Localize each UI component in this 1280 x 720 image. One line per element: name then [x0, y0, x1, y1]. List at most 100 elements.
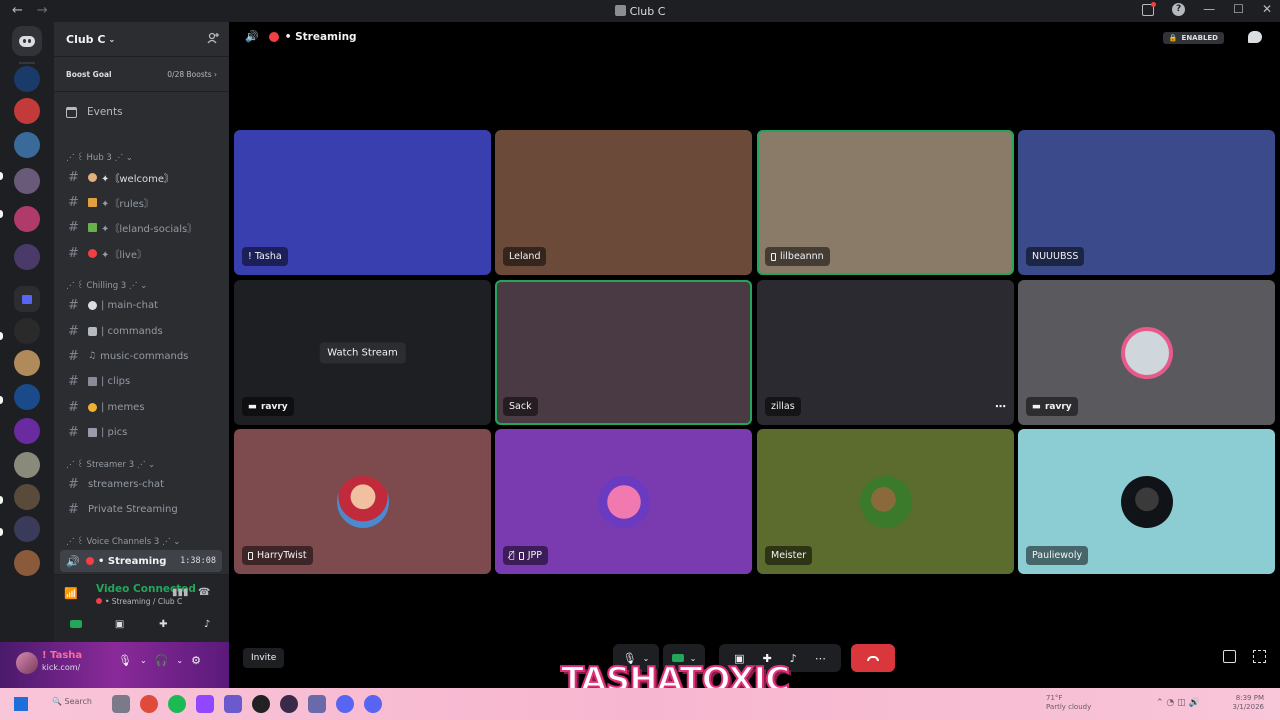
obs-icon[interactable]: [280, 695, 298, 713]
stream-tile[interactable]: Watch Stream ▬ ravry: [234, 280, 491, 425]
channel-music-commands[interactable]: # ♫ music-commands: [60, 345, 222, 367]
disconnect-icon[interactable]: ☎: [198, 587, 212, 599]
category-hub[interactable]: ⋰ ꒰ Hub 3 ⋰ ⌄: [66, 152, 133, 163]
voice-channel-streaming[interactable]: 🔊 • Streaming 1:38:08: [60, 550, 222, 572]
chrome-icon[interactable]: [140, 695, 158, 713]
channel-pics[interactable]: # | pics: [60, 421, 222, 443]
category-streamer[interactable]: ⋰ ꒰ Streamer 3 ⋰ ⌄: [66, 459, 155, 470]
close-button[interactable]: ✕: [1262, 2, 1272, 16]
enabled-badge[interactable]: 🔒 ENABLED: [1162, 32, 1224, 44]
fullscreen-icon[interactable]: [1253, 650, 1266, 663]
participant-tile[interactable]: ! Tasha: [234, 130, 491, 275]
channel-main-chat[interactable]: # | main-chat: [60, 294, 222, 316]
participant-tile[interactable]: NUUUBSS: [1018, 130, 1275, 275]
activities-button[interactable]: ✚: [152, 613, 174, 635]
participant-tile[interactable]: Leland: [495, 130, 752, 275]
file-explorer-icon[interactable]: [112, 695, 130, 713]
home-button[interactable]: [12, 26, 42, 56]
chat-icon[interactable]: [1248, 31, 1262, 43]
participant-tile[interactable]: ▬ ravry: [1018, 280, 1275, 425]
server-icon[interactable]: [14, 384, 40, 410]
chevron-down-icon[interactable]: ⌄: [140, 656, 147, 665]
server-icon[interactable]: [14, 550, 40, 576]
taskbar-clock[interactable]: 8:39 PM 3/1/2026: [1233, 694, 1264, 712]
app-grid-icon[interactable]: [224, 695, 242, 713]
participant-tile[interactable]: Meister: [757, 429, 1014, 574]
channel-leland-socials[interactable]: # ✦〘leland-socials〙: [60, 216, 222, 238]
inbox-icon[interactable]: [1142, 2, 1157, 16]
channel-private-streaming[interactable]: # Private Streaming: [60, 498, 222, 520]
invite-button[interactable]: Invite: [243, 648, 285, 668]
channel-clips[interactable]: # | clips: [60, 370, 222, 392]
channel-commands[interactable]: # | commands: [60, 320, 222, 342]
chevron-down-icon[interactable]: ⌄: [176, 656, 183, 665]
channel-streamers-chat[interactable]: # streamers-chat: [60, 473, 222, 495]
events-label: Events: [87, 106, 123, 118]
camera-button[interactable]: [65, 613, 87, 635]
server-icon[interactable]: [14, 206, 40, 232]
server-icon[interactable]: [14, 452, 40, 478]
video-grid: ! Tasha Leland lilbeannn NUUUBSS Watch S…: [234, 130, 1275, 574]
server-icon[interactable]: [14, 132, 40, 158]
participant-tile[interactable]: zillas ⋯: [757, 280, 1014, 425]
category-chilling[interactable]: ⋰ ꒰ Chilling 3 ⋰ ⌄: [66, 280, 147, 291]
participant-tile[interactable]: Sack: [495, 280, 752, 425]
minimize-button[interactable]: —: [1203, 2, 1215, 16]
server-icon[interactable]: [14, 168, 40, 194]
spotify-icon[interactable]: [168, 695, 186, 713]
category-voice-channels[interactable]: ⋰ ꒰ Voice Channels 3 ⋰ ⌄: [66, 536, 180, 547]
end-call-button[interactable]: [851, 644, 895, 672]
channel-welcome[interactable]: # ✦〘welcome〙: [60, 166, 222, 188]
more-options-icon[interactable]: ⋯: [995, 400, 1006, 413]
weather-widget[interactable]: 71°F Partly cloudy: [1046, 694, 1091, 712]
red-dot-icon: [86, 557, 94, 565]
discord-icon[interactable]: [336, 695, 354, 713]
server-header[interactable]: Club C ⌄: [54, 22, 229, 56]
channel-rules[interactable]: # ✦〘rules〙: [60, 191, 222, 213]
participant-tile[interactable]: Pauliewoly: [1018, 429, 1275, 574]
server-icon[interactable]: [14, 484, 40, 510]
headphones-icon[interactable]: 🎧: [155, 654, 169, 667]
participant-tile[interactable]: HarryTwist: [234, 429, 491, 574]
microphone-icon[interactable]: 🎙: [118, 654, 132, 667]
participant-label: NUUUBSS: [1026, 247, 1085, 266]
server-icon[interactable]: [14, 244, 40, 270]
server-icon[interactable]: [14, 98, 40, 124]
connection-location: • Streaming / Club C: [96, 597, 182, 606]
channel-live[interactable]: # ✦〘live〙: [60, 242, 222, 264]
server-icon[interactable]: [14, 66, 40, 92]
settings-gear-icon[interactable]: ⚙: [191, 654, 201, 667]
participant-tile[interactable]: lilbeannn: [757, 130, 1014, 275]
window-title: Club C: [0, 4, 1280, 18]
signal-icon[interactable]: 📶: [64, 587, 78, 601]
maximize-button[interactable]: ☐: [1233, 2, 1244, 16]
server-icon[interactable]: [14, 318, 40, 344]
help-icon[interactable]: ?: [1172, 3, 1186, 16]
soundboard-button[interactable]: ♪: [196, 613, 218, 635]
server-folder[interactable]: [14, 286, 40, 312]
server-icon[interactable]: [14, 516, 40, 542]
screen-share-button[interactable]: ▣: [109, 613, 131, 635]
discord-icon[interactable]: [364, 695, 382, 713]
server-icon[interactable]: [14, 418, 40, 444]
add-user-icon[interactable]: [207, 32, 219, 44]
boost-goal-bar[interactable]: Boost Goal 0/28 Boosts ›: [54, 56, 229, 92]
twitch-icon[interactable]: [196, 695, 214, 713]
title-bar: ← → Club C ? — ☐ ✕: [0, 0, 1280, 22]
noise-suppression-icon[interactable]: ▮▮▮: [172, 587, 189, 599]
watch-stream-button[interactable]: Watch Stream: [319, 342, 406, 363]
server-icon[interactable]: [14, 350, 40, 376]
avatar: [859, 475, 912, 528]
windows-start-icon[interactable]: [14, 697, 28, 711]
channel-memes[interactable]: # | memes: [60, 396, 222, 418]
notes-icon[interactable]: [308, 695, 326, 713]
participant-tile[interactable]: 🎙̸ JPP: [495, 429, 752, 574]
avatar[interactable]: [16, 652, 38, 674]
popout-icon[interactable]: [1223, 650, 1236, 663]
events-item[interactable]: Events: [66, 106, 123, 118]
hash-icon: #: [68, 219, 79, 235]
media-player-icon[interactable]: [252, 695, 270, 713]
system-tray[interactable]: ⌃ ◔ ◫ 🔊: [1156, 698, 1200, 708]
taskbar-search[interactable]: 🔍 Search: [52, 697, 92, 706]
hangup-icon: [867, 655, 879, 661]
